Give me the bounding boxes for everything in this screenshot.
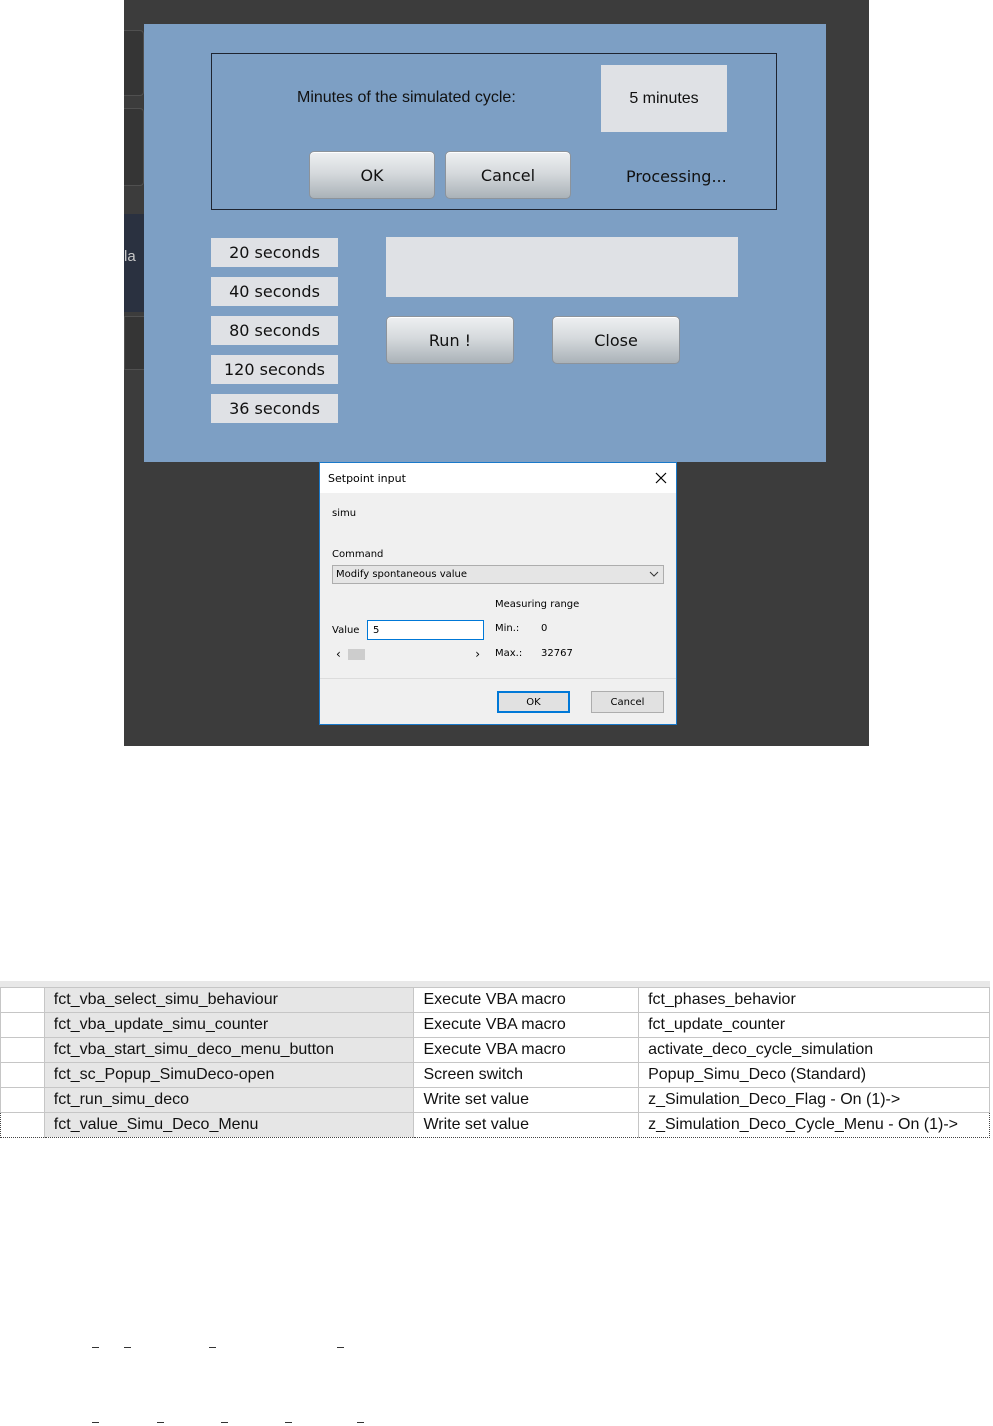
cycle-settings-frame: Minutes of the simulated cycle: 5 minute… <box>211 53 777 210</box>
cancel-button[interactable]: Cancel <box>445 151 571 199</box>
chevron-down-icon <box>649 571 659 577</box>
row-header-cell[interactable] <box>0 1037 45 1063</box>
value-label: Value <box>332 625 360 636</box>
row-header-cell[interactable] <box>0 1062 45 1088</box>
run-button[interactable]: Run ! <box>386 316 514 364</box>
text-fragment <box>357 1422 364 1423</box>
text-fragment <box>209 1347 216 1348</box>
status-text: Processing... <box>626 167 727 186</box>
min-value: 0 <box>541 623 548 634</box>
slider-thumb[interactable] <box>348 649 365 660</box>
row-header-cell[interactable] <box>0 1087 45 1113</box>
close-icon[interactable] <box>646 463 676 493</box>
text-fragment <box>221 1422 228 1423</box>
function-parameter-cell[interactable]: z_Simulation_Deco_Flag - On (1)-> <box>638 1087 990 1113</box>
value-input[interactable] <box>367 620 484 640</box>
function-type-cell[interactable]: Write set value <box>413 1112 640 1138</box>
function-type-cell[interactable]: Write set value <box>413 1087 640 1113</box>
hmi-screenshot: la Minutes of the simulated cycle: 5 min… <box>124 0 869 746</box>
table-row[interactable]: fct_vba_start_simu_deco_menu_button Execu… <box>0 1037 990 1063</box>
table-row[interactable]: fct_vba_update_simu_counter Execute VBA m… <box>0 1012 990 1038</box>
command-label: Command <box>332 549 384 560</box>
simulation-popup: Minutes of the simulated cycle: 5 minute… <box>144 24 826 462</box>
function-type-cell[interactable]: Execute VBA macro <box>413 1012 640 1038</box>
value-slider[interactable]: ‹ › <box>334 647 482 661</box>
text-fragment <box>124 1347 131 1348</box>
seconds-button-120[interactable]: 120 seconds <box>211 355 338 384</box>
function-parameter-cell[interactable]: z_Simulation_Deco_Cycle_Menu - On (1)-> <box>638 1112 990 1138</box>
dialog-ok-button[interactable]: OK <box>497 691 570 713</box>
command-dropdown-value: Modify spontaneous value <box>336 569 468 580</box>
function-name-cell[interactable]: fct_vba_select_simu_behaviour <box>43 987 415 1013</box>
function-parameter-cell[interactable]: fct_update_counter <box>638 1012 990 1038</box>
table-row[interactable]: fct_run_simu_deco Write set value z_Simula… <box>0 1087 990 1113</box>
table-row[interactable]: fct_sc_Popup_SimuDeco-open Screen switch P… <box>0 1062 990 1088</box>
function-parameter-cell[interactable]: Popup_Simu_Deco (Standard) <box>638 1062 990 1088</box>
minutes-value-field[interactable]: 5 minutes <box>601 65 727 132</box>
text-fragment <box>285 1422 292 1423</box>
dialog-cancel-button[interactable]: Cancel <box>591 691 664 713</box>
function-list: fct_vba_select_simu_behaviour Execute VBA… <box>0 987 990 1138</box>
row-header-cell[interactable] <box>0 1112 45 1138</box>
ok-button[interactable]: OK <box>309 151 435 199</box>
function-name-cell[interactable]: fct_vba_start_simu_deco_menu_button <box>43 1037 415 1063</box>
background-partial-label: la <box>124 248 136 265</box>
function-parameter-cell[interactable]: fct_phases_behavior <box>638 987 990 1013</box>
function-type-cell[interactable]: Screen switch <box>413 1062 640 1088</box>
function-table: fct_vba_select_simu_behaviour Execute VBA… <box>0 981 990 1144</box>
text-fragment <box>92 1347 99 1348</box>
text-fragment <box>92 1422 99 1423</box>
function-name-cell[interactable]: fct_value_Simu_Deco_Menu <box>43 1112 415 1138</box>
function-name-cell[interactable]: fct_sc_Popup_SimuDeco-open <box>43 1062 415 1088</box>
measuring-range-label: Measuring range <box>495 599 580 610</box>
setpoint-dialog: Setpoint input simu Command Modify spont… <box>319 462 677 725</box>
minutes-label: Minutes of the simulated cycle: <box>297 89 516 106</box>
dialog-title: Setpoint input <box>328 472 406 485</box>
function-type-cell[interactable]: Execute VBA macro <box>413 987 640 1013</box>
divider <box>320 678 676 679</box>
seconds-button-80[interactable]: 80 seconds <box>211 316 338 345</box>
function-name-cell[interactable]: fct_run_simu_deco <box>43 1087 415 1113</box>
background-panel <box>124 108 144 186</box>
min-label: Min.: <box>495 623 520 634</box>
function-name-cell[interactable]: fct_vba_update_simu_counter <box>43 1012 415 1038</box>
table-row[interactable]: fct_vba_select_simu_behaviour Execute VBA… <box>0 987 990 1013</box>
row-header-cell[interactable] <box>0 1012 45 1038</box>
table-row[interactable]: fct_value_Simu_Deco_Menu Write set value z… <box>0 1112 990 1138</box>
dialog-titlebar: Setpoint input <box>320 463 676 493</box>
seconds-button-20[interactable]: 20 seconds <box>211 238 338 267</box>
seconds-button-36[interactable]: 36 seconds <box>211 394 338 423</box>
row-header-cell[interactable] <box>0 987 45 1013</box>
max-value: 32767 <box>541 648 573 659</box>
text-fragment <box>157 1422 164 1423</box>
max-label: Max.: <box>495 648 523 659</box>
seconds-button-40[interactable]: 40 seconds <box>211 277 338 306</box>
function-parameter-cell[interactable]: activate_deco_cycle_simulation <box>638 1037 990 1063</box>
dialog-tag-name: simu <box>332 508 357 519</box>
function-type-cell[interactable]: Execute VBA macro <box>413 1037 640 1063</box>
chevron-right-icon[interactable]: › <box>475 647 480 661</box>
background-panel <box>124 316 146 370</box>
chevron-left-icon[interactable]: ‹ <box>336 647 341 661</box>
output-display <box>386 237 738 297</box>
background-panel <box>124 30 144 96</box>
command-dropdown[interactable]: Modify spontaneous value <box>332 565 664 584</box>
text-fragment <box>337 1347 344 1348</box>
close-button[interactable]: Close <box>552 316 680 364</box>
